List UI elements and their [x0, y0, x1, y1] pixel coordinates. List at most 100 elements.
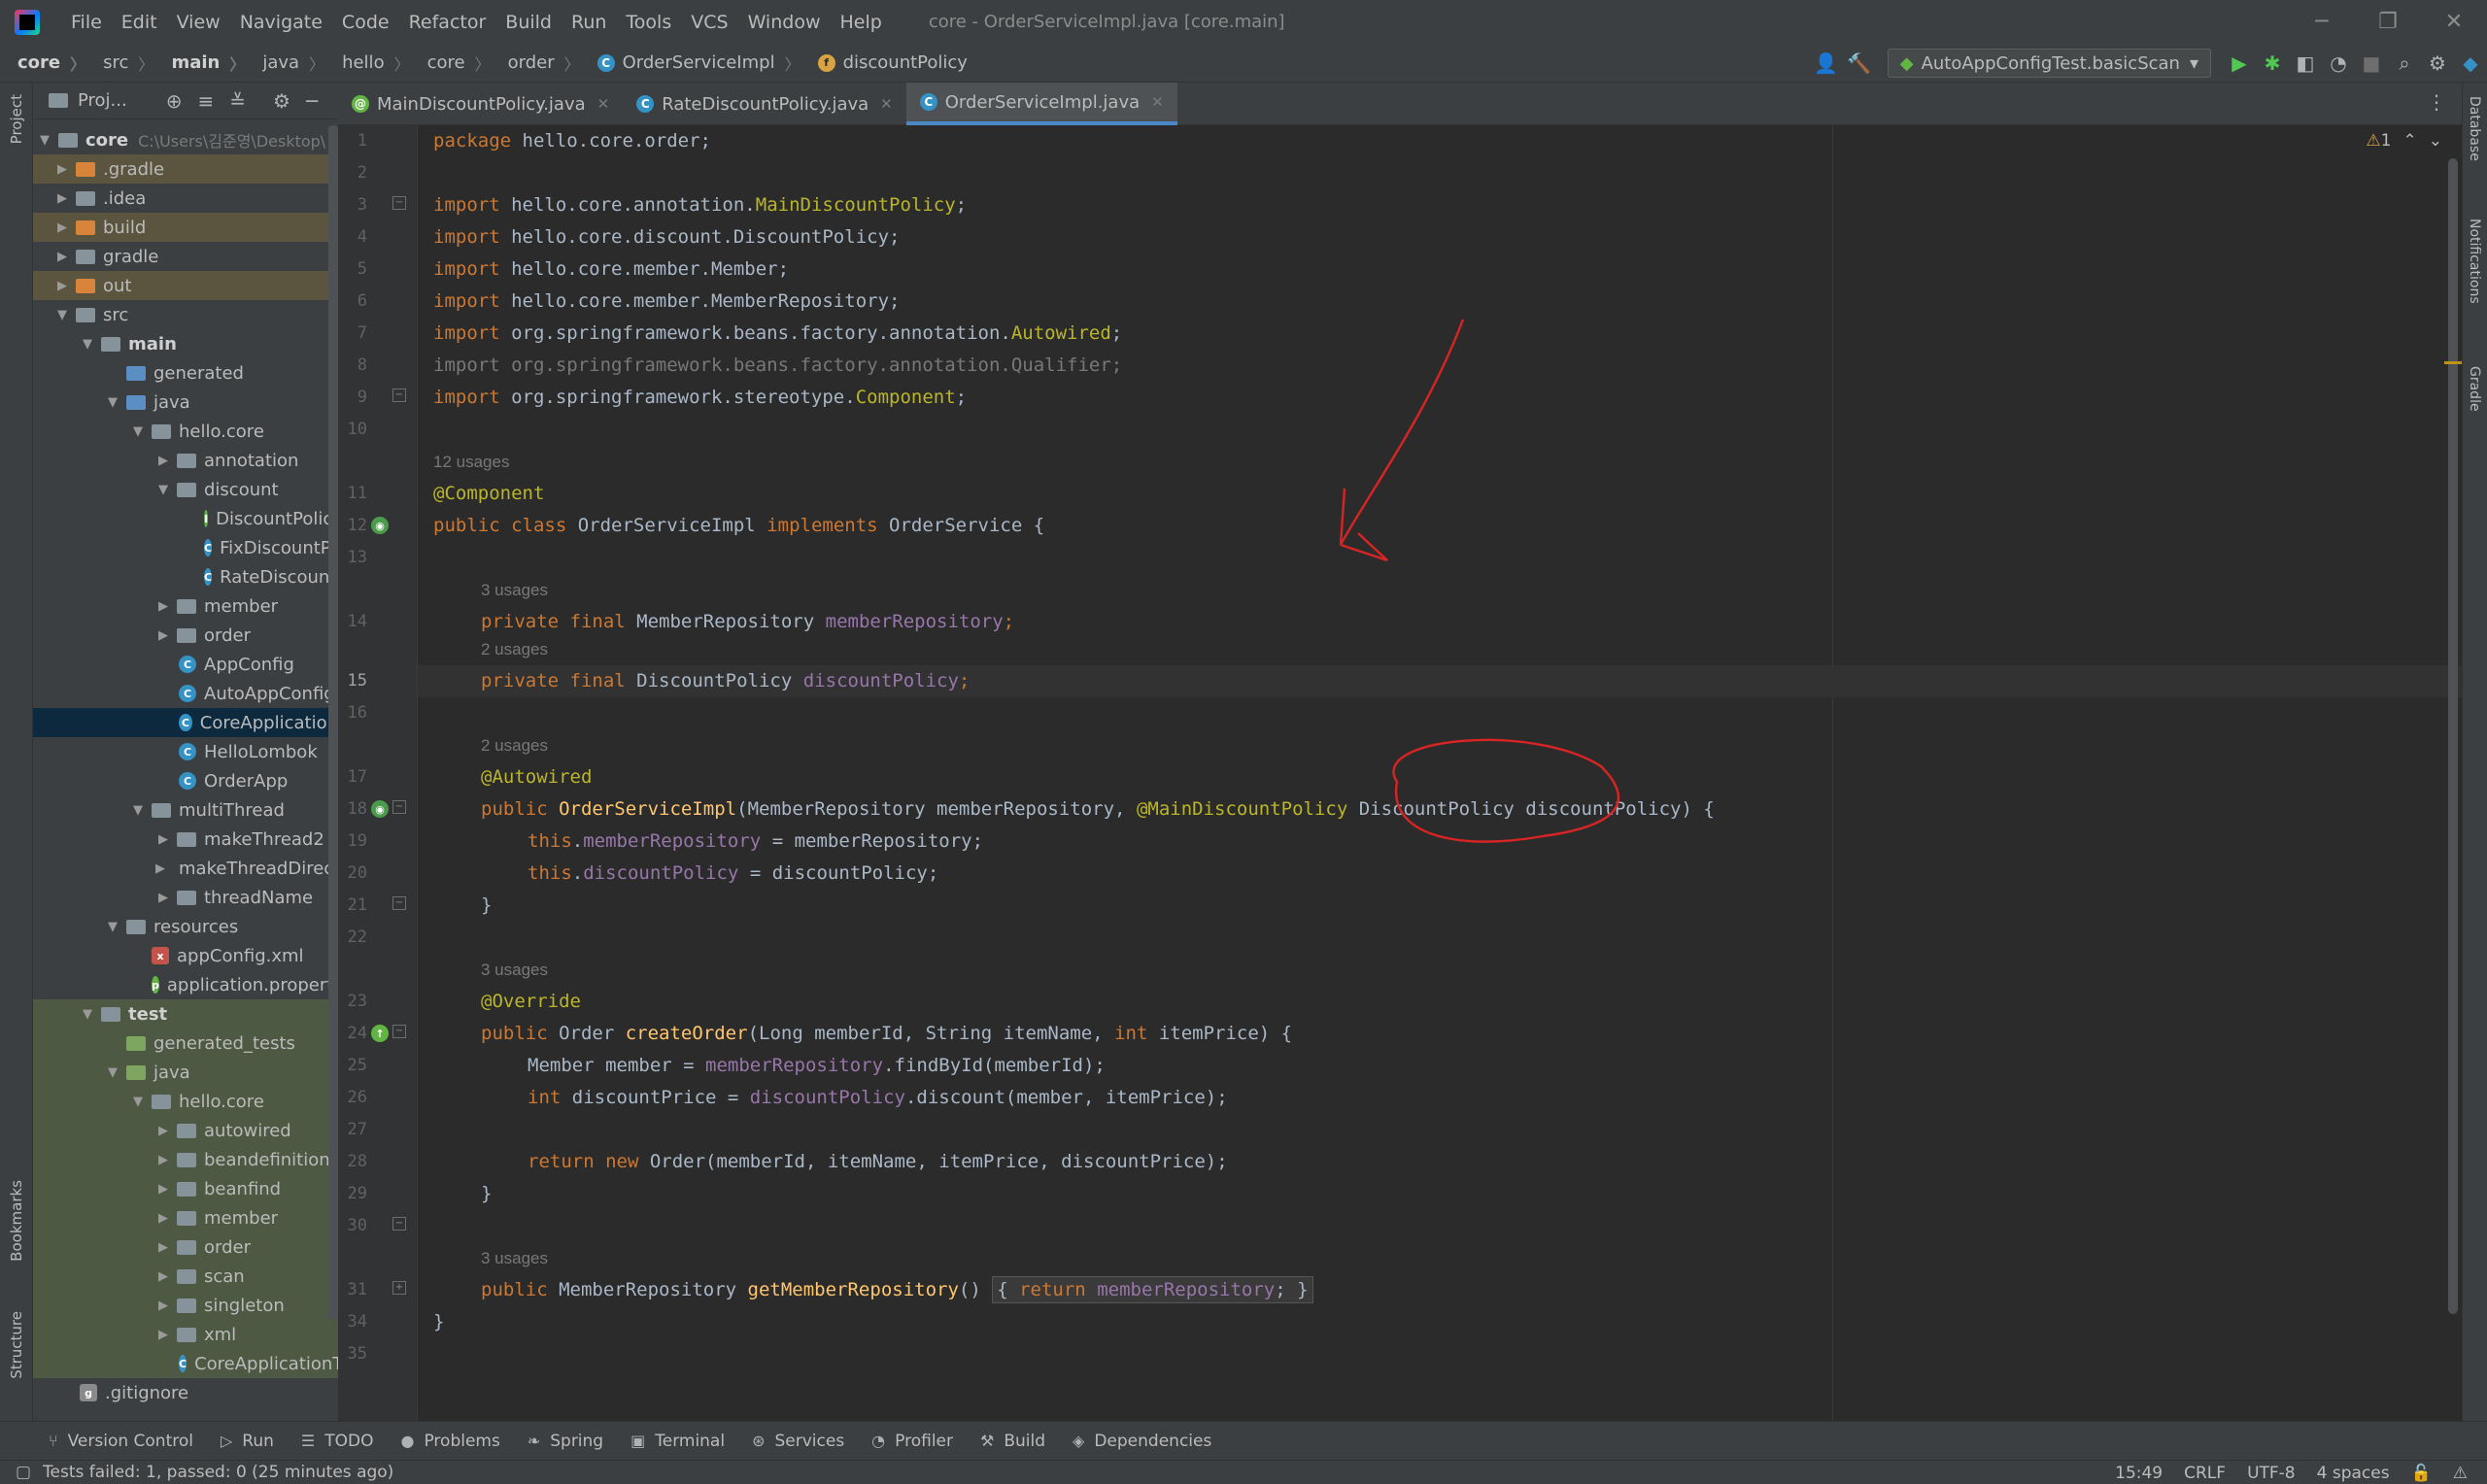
tree-item-selected[interactable]: C CoreApplication	[33, 708, 338, 737]
gear-icon[interactable]: ⚙	[273, 89, 290, 113]
menu-navigate[interactable]: Navigate	[230, 12, 332, 33]
tree-item[interactable]: ▶ threadName	[33, 883, 338, 912]
folded-region[interactable]: { return memberRepository; }	[992, 1276, 1313, 1303]
menu-view[interactable]: View	[167, 12, 230, 33]
tree-item[interactable]: x appConfig.xml	[33, 941, 338, 970]
close-icon[interactable]: ✕	[2421, 0, 2487, 44]
tree-item[interactable]: ▼ main	[33, 329, 338, 358]
menu-run[interactable]: Run	[562, 12, 616, 33]
tree-item[interactable]: I DiscountPolicy	[33, 504, 338, 533]
project-scrollbar[interactable]	[328, 125, 338, 1320]
spring-bean-gutter-icon[interactable]: ◉	[371, 517, 389, 534]
tree-item[interactable]: ▶ xml	[33, 1320, 338, 1349]
tree-item[interactable]: C HelloLombok	[33, 737, 338, 766]
breadcrumb-hello[interactable]: hello 〉	[324, 51, 410, 75]
line-separator[interactable]: CRLF	[2184, 1464, 2226, 1483]
tree-item[interactable]: ▼ discount	[33, 475, 338, 504]
tree-item[interactable]: ▶ order	[33, 621, 338, 650]
menu-vcs[interactable]: VCS	[681, 12, 737, 33]
notifications-tool-tab[interactable]: Notifications	[2467, 219, 2482, 304]
project-panel-title[interactable]: Proj...	[78, 90, 127, 111]
locate-file-icon[interactable]: ⊕	[166, 89, 183, 113]
tool-todo[interactable]: ☰ TODO	[288, 1432, 388, 1451]
fold-constructor-icon[interactable]: −	[392, 800, 406, 814]
fold-end-icon[interactable]: −	[392, 388, 406, 402]
tree-item[interactable]: ▶ makeThreadDirect	[33, 854, 338, 883]
usages-hint[interactable]: 3 usages	[481, 1242, 548, 1274]
tool-build[interactable]: ⚒ Build	[967, 1432, 1059, 1451]
tree-item[interactable]: generated_tests	[33, 1029, 338, 1058]
previous-highlight-icon[interactable]: ⌃	[2403, 131, 2417, 151]
tool-terminal[interactable]: ▣ Terminal	[617, 1432, 738, 1451]
expand-all-icon[interactable]: ≡	[198, 89, 215, 113]
run-configuration-select[interactable]: ◆ AutoAppConfigTest.basicScan ▾	[1887, 49, 2211, 78]
editor-scrollbar[interactable]	[2448, 158, 2458, 1314]
tree-item[interactable]: ▶ beanfind	[33, 1174, 338, 1203]
tree-item[interactable]: ▼ java	[33, 388, 338, 417]
build-hammer-icon[interactable]: 🔨	[1843, 47, 1876, 80]
search-icon[interactable]: ⌕	[2388, 47, 2421, 80]
tree-item[interactable]: ▶ beandefinition	[33, 1145, 338, 1174]
tree-item[interactable]: C OrderApp	[33, 766, 338, 795]
tree-item[interactable]: generated	[33, 358, 338, 388]
stop-icon[interactable]: ■	[2355, 47, 2388, 80]
usages-hint[interactable]: 3 usages	[481, 954, 548, 986]
breadcrumb-order[interactable]: order 〉	[491, 51, 580, 75]
usages-hint[interactable]: 2 usages	[481, 633, 548, 665]
file-encoding[interactable]: UTF-8	[2247, 1464, 2296, 1483]
tool-problems[interactable]: ● Problems	[388, 1432, 514, 1451]
tree-item[interactable]: ▶ autowired	[33, 1116, 338, 1145]
notifications-icon[interactable]: ⚠	[2453, 1464, 2468, 1483]
implements-method-icon[interactable]: ↑	[371, 1025, 389, 1042]
status-message[interactable]: ▢ Tests failed: 1, passed: 0 (25 minutes …	[16, 1463, 393, 1482]
tree-item[interactable]: ▼ resources	[33, 912, 338, 941]
menu-build[interactable]: Build	[495, 12, 562, 33]
fold-method-icon[interactable]: −	[392, 1025, 406, 1038]
tab-maindiscountpolicy[interactable]: @ MainDiscountPolicy.java ✕	[338, 83, 623, 125]
usages-hint[interactable]: 12 usages	[433, 446, 509, 478]
tab-ratediscountpolicy[interactable]: C RateDiscountPolicy.java ✕	[623, 83, 906, 125]
tree-item[interactable]: ▼ multiThread	[33, 795, 338, 825]
close-tab-icon[interactable]: ✕	[597, 95, 610, 113]
next-highlight-icon[interactable]: ⌄	[2429, 131, 2442, 151]
tree-item[interactable]: ▶ member	[33, 1203, 338, 1232]
tree-item[interactable]: C RateDiscountP	[33, 562, 338, 591]
tool-spring[interactable]: ❧ Spring	[514, 1432, 617, 1451]
close-tab-icon[interactable]: ✕	[1151, 93, 1164, 111]
menu-code[interactable]: Code	[332, 12, 399, 33]
more-tabs-icon[interactable]: ⋮	[2427, 90, 2446, 114]
user-account-icon[interactable]: 👤	[1810, 47, 1843, 80]
tool-run[interactable]: ▷ Run	[207, 1432, 288, 1451]
tree-item[interactable]: ▶ scan	[33, 1262, 338, 1291]
breadcrumb-orderserviceimpl[interactable]: C OrderServiceImpl 〉	[580, 51, 801, 75]
fold-end-icon[interactable]: −	[392, 896, 406, 910]
caret-position[interactable]: 15:49	[2115, 1464, 2163, 1483]
tree-item[interactable]: ▼ hello.core	[33, 417, 338, 446]
tree-item[interactable]: ▶ order	[33, 1232, 338, 1262]
tree-item[interactable]: C AutoAppConfig	[33, 679, 338, 708]
tree-item[interactable]: ▼ core C:\Users\김준영\Desktop\	[33, 125, 338, 154]
run-icon[interactable]: ▶	[2223, 47, 2256, 80]
breadcrumb-discountpolicy[interactable]: f discountPolicy	[801, 52, 968, 73]
tree-item[interactable]: ▶ singleton	[33, 1291, 338, 1320]
breadcrumb-main[interactable]: main 〉	[153, 51, 245, 75]
menu-help[interactable]: Help	[830, 12, 891, 33]
coverage-icon[interactable]: ◧	[2289, 47, 2322, 80]
autowired-gutter-icon[interactable]: ◉	[371, 800, 389, 818]
lock-icon[interactable]: 🔓	[2411, 1464, 2432, 1483]
breadcrumb-java[interactable]: java 〉	[245, 51, 324, 75]
tree-item[interactable]: ▶ gradle	[33, 242, 338, 271]
usages-hint[interactable]: 3 usages	[481, 574, 548, 606]
tree-item[interactable]: ▼ src	[33, 300, 338, 329]
jetbrains-toolbox-icon[interactable]: ◆	[2454, 47, 2487, 80]
tree-item[interactable]: ▶ .idea	[33, 184, 338, 213]
breadcrumb-core-pkg[interactable]: core 〉	[410, 51, 491, 75]
gradle-tool-tab[interactable]: Gradle	[2467, 366, 2482, 412]
menu-file[interactable]: File	[61, 12, 112, 33]
debug-icon[interactable]: ✱	[2256, 47, 2289, 80]
menu-refactor[interactable]: Refactor	[399, 12, 496, 33]
structure-tool-tab[interactable]: Structure	[8, 1311, 25, 1379]
usages-hint[interactable]: 2 usages	[481, 729, 548, 761]
tool-services[interactable]: ⊛ Services	[738, 1432, 858, 1451]
collapse-all-icon[interactable]: ≚	[229, 89, 246, 113]
